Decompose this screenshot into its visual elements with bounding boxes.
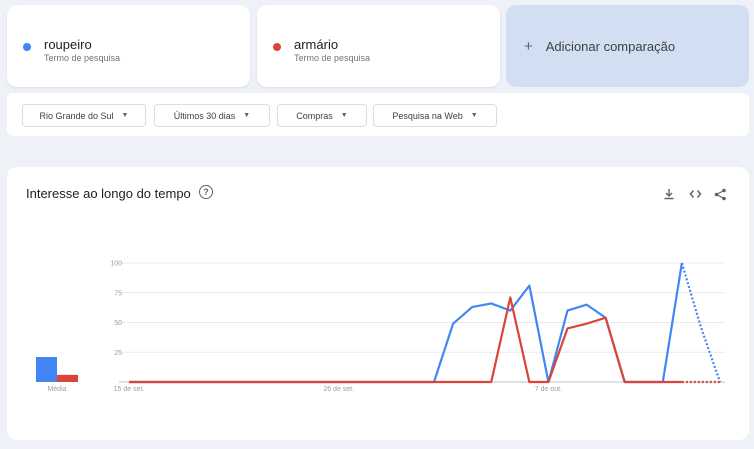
filter-label: Últimos 30 dias (173, 110, 236, 121)
filter-label: Rio Grande do Sul (39, 110, 114, 121)
filter-label: Compras (296, 110, 333, 121)
filter-label: Pesquisa na Web (392, 110, 463, 121)
caret-down-icon: ▼ (340, 112, 348, 119)
term-type: Termo de pesquisa (294, 53, 371, 63)
average-bar-armário (57, 374, 78, 382)
average-label: Média (47, 386, 66, 393)
search-type-filter[interactable]: Pesquisa na Web ▼ (373, 104, 497, 127)
x-tick-label: 26 de set. (323, 386, 354, 393)
y-tick-label: 75 (114, 290, 122, 297)
x-tick-label: 7 de out. (535, 386, 562, 393)
add-comparison-label: Adicionar comparação (545, 38, 676, 54)
category-filter[interactable]: Compras ▼ (277, 104, 367, 127)
y-tick-label: 25 (114, 350, 122, 357)
term-card-armario[interactable]: armário Termo de pesquisa (257, 5, 500, 87)
caret-down-icon: ▼ (121, 112, 129, 119)
add-comparison-button[interactable]: + Adicionar comparação (506, 5, 749, 87)
term-type: Termo de pesquisa (44, 53, 121, 63)
term-name: armário (294, 37, 339, 52)
caret-down-icon: ▼ (470, 112, 478, 119)
series-color-dot (273, 43, 281, 51)
interest-chart: 25 50 75 100 15 de set. 26 de set. 7 de out. Mé… (36, 261, 725, 393)
y-tick-label: 100 (110, 261, 122, 268)
series-line-armário (129, 296, 682, 384)
y-tick-label: 50 (114, 320, 122, 327)
interest-over-time-card: Interesse ao longo do tempo ? 25 50 75 100 1… (7, 167, 749, 440)
region-filter[interactable]: Rio Grande do Sul ▼ (22, 104, 146, 127)
filter-bar: Rio Grande do Sul ▼ Últimos 30 dias ▼ Co… (7, 93, 749, 136)
plus-icon: + (524, 37, 533, 55)
average-bar-roupeiro (36, 357, 57, 382)
series-color-dot (23, 43, 31, 51)
term-name: roupeiro (44, 37, 92, 52)
x-tick-label: 15 de set. (114, 386, 145, 393)
term-card-roupeiro[interactable]: roupeiro Termo de pesquisa (7, 5, 250, 87)
caret-down-icon: ▼ (243, 112, 251, 119)
time-range-filter[interactable]: Últimos 30 dias ▼ (154, 104, 270, 127)
